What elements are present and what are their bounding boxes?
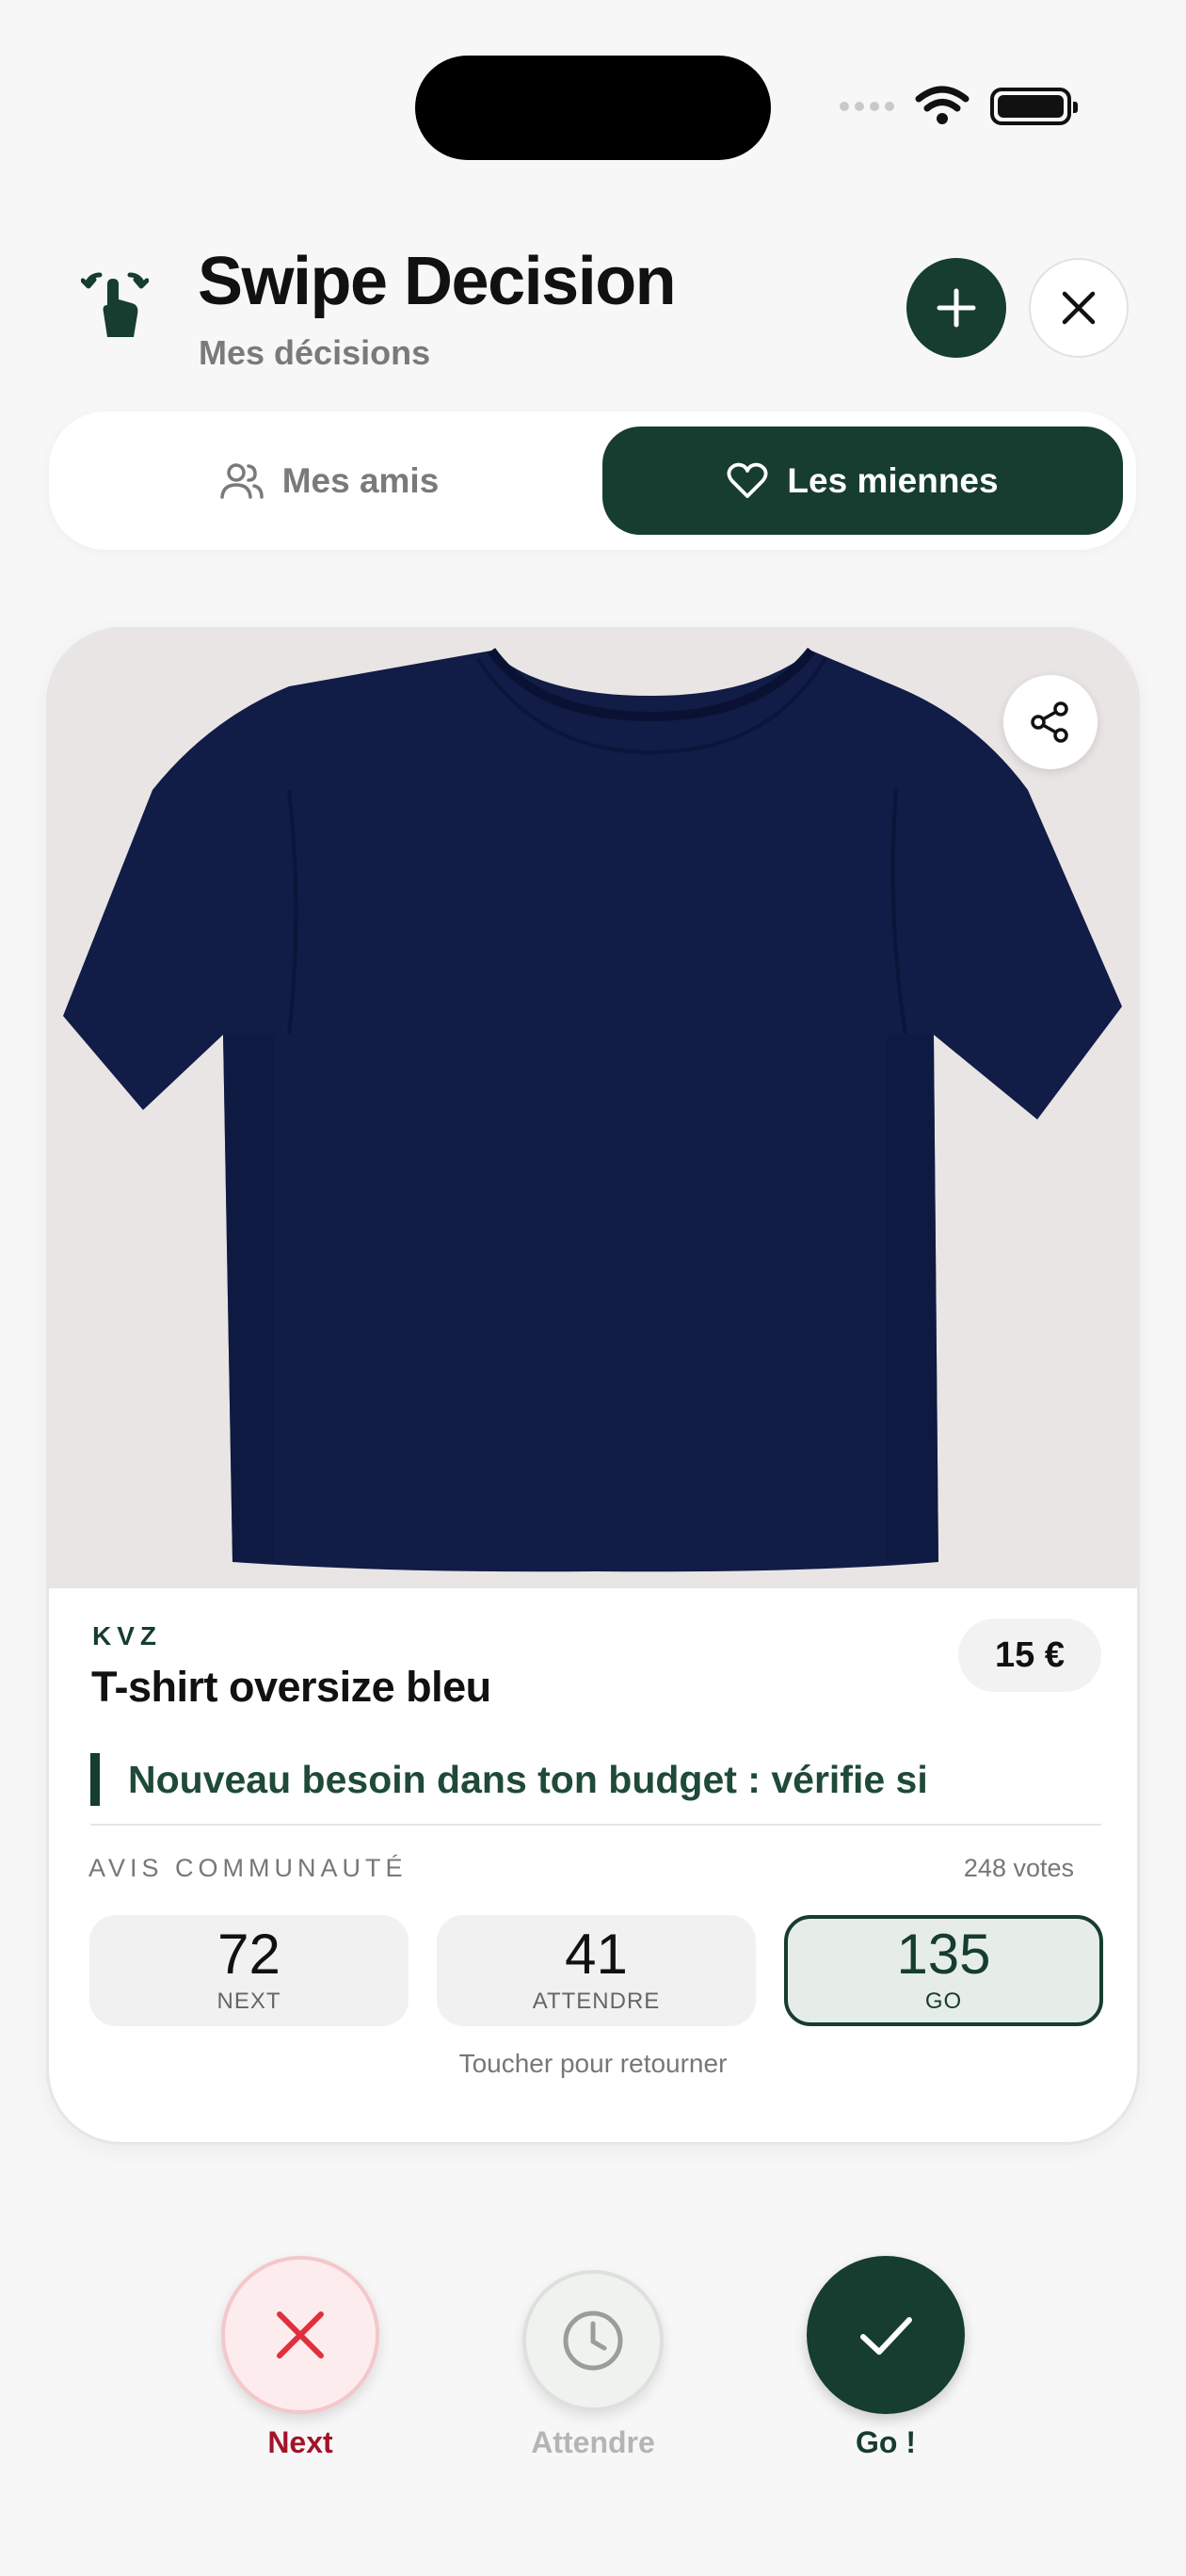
dynamic-island [415, 56, 771, 160]
clock-icon [563, 2310, 623, 2371]
next-label: Next [267, 2425, 333, 2459]
status-bar [840, 83, 1078, 130]
budget-advice: Nouveau besoin dans ton budget : vérifie… [90, 1753, 928, 1806]
vote-count: 248 votes [963, 1854, 1074, 1882]
tab-mes-amis[interactable]: Mes amis [68, 427, 591, 535]
tab-les-miennes[interactable]: Les miennes [602, 427, 1123, 535]
community-label: AVIS COMMUNAUTÉ [88, 1854, 408, 1882]
battery-icon [990, 88, 1078, 125]
product-brand: KVZ [92, 1621, 162, 1650]
plus-icon [937, 288, 976, 328]
vote-wait-label: ATTENDRE [532, 1988, 661, 2014]
product-name: T-shirt oversize bleu [91, 1663, 491, 1711]
product-image [49, 630, 1137, 1588]
vote-go-count: 135 [896, 1923, 991, 1986]
flip-hint: Toucher pour retourner [458, 2049, 728, 2078]
check-icon [860, 2317, 912, 2355]
wait-button[interactable] [522, 2270, 664, 2411]
add-button[interactable] [906, 258, 1006, 358]
wifi-icon [915, 86, 970, 124]
share-icon [1031, 701, 1068, 743]
vote-go: 135 GO [784, 1915, 1103, 2026]
users-icon [219, 462, 264, 499]
price-badge: 15 € [958, 1618, 1101, 1692]
close-button[interactable] [1029, 258, 1129, 358]
cellular-signal-icon [840, 102, 894, 111]
wait-label: Attendre [531, 2425, 655, 2459]
divider [90, 1824, 1101, 1826]
vote-next-count: 72 [217, 1923, 280, 1986]
share-button[interactable] [1003, 675, 1098, 769]
vote-wait: 41 ATTENDRE [437, 1915, 756, 2026]
heart-icon [727, 462, 768, 498]
tab-label: Les miennes [787, 460, 999, 500]
go-label: Go ! [856, 2425, 916, 2459]
vote-wait-count: 41 [565, 1923, 628, 1986]
vote-next-label: NEXT [216, 1988, 281, 2014]
segmented-tabs: Mes amis Les miennes [49, 411, 1136, 550]
page-subtitle: Mes décisions [199, 333, 431, 372]
product-card[interactable]: KVZ T-shirt oversize bleu 15 € Nouveau b… [46, 627, 1140, 2145]
vote-next: 72 NEXT [89, 1915, 409, 2026]
next-button[interactable] [221, 2256, 379, 2414]
page-title: Swipe Decision [198, 244, 677, 319]
tab-label: Mes amis [281, 460, 440, 500]
close-icon [1062, 291, 1096, 325]
swipe-hand-icon [81, 272, 149, 337]
go-button[interactable] [807, 2256, 965, 2414]
close-icon [277, 2311, 324, 2359]
vote-go-label: GO [924, 1988, 963, 2014]
